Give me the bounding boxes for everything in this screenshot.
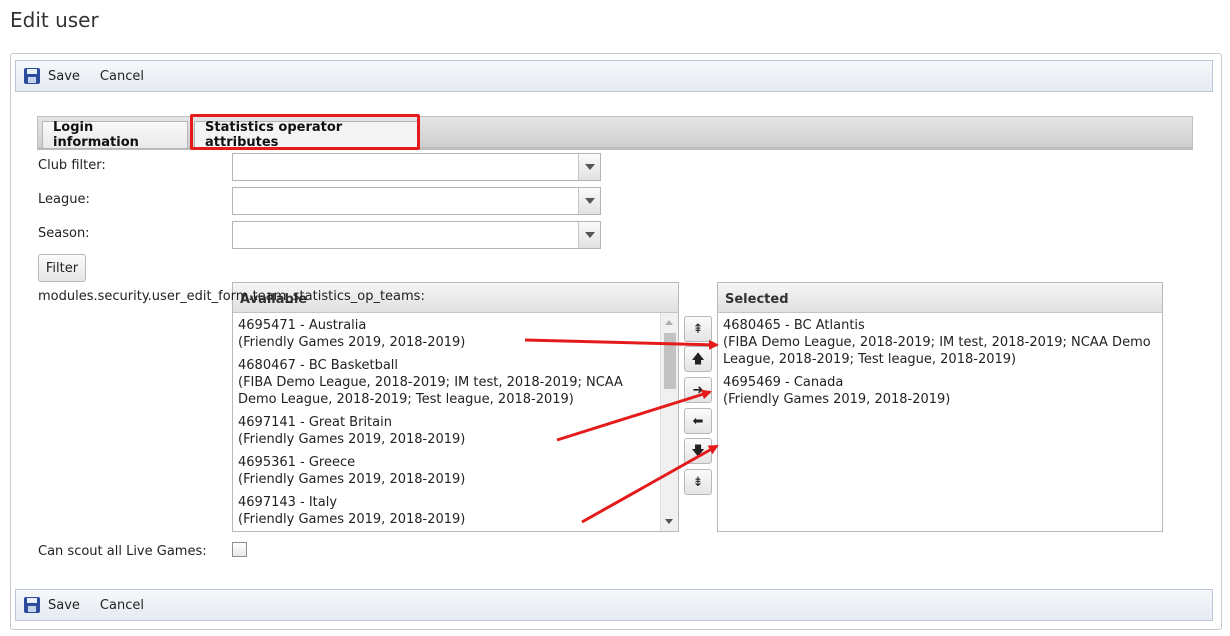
list-item-title: 4697141 - Great Britain	[238, 415, 392, 430]
club-filter-dropdown-trigger[interactable]	[578, 154, 600, 180]
save-button[interactable]: Save	[24, 68, 80, 84]
list-item[interactable]: 4695469 - Canada (Friendly Games 2019, 2…	[718, 370, 1162, 410]
list-item[interactable]: 4695361 - Greece (Friendly Games 2019, 2…	[233, 450, 653, 490]
season-label: Season:	[38, 226, 90, 241]
selected-list-body: 4680465 - BC Atlantis (FIBA Demo League,…	[718, 313, 1162, 531]
tab-login-information[interactable]: Login information	[42, 120, 188, 150]
list-item[interactable]: 4697143 - Italy (Friendly Games 2019, 20…	[233, 490, 653, 530]
chevron-down-icon	[584, 164, 595, 170]
league-label: League:	[38, 192, 90, 207]
club-filter-label: Club filter:	[38, 158, 106, 173]
floppy-disk-icon	[24, 597, 40, 613]
list-item-title: 4697143 - Italy	[238, 495, 338, 510]
cancel-button-label: Cancel	[99, 597, 144, 613]
chevron-down-icon	[584, 232, 595, 238]
list-item-title: 4695361 - Greece	[238, 455, 356, 470]
list-item-title: 4695469 - Canada	[723, 375, 844, 390]
list-item-detail: (Friendly Games 2019, 2018-2019)	[238, 432, 466, 447]
teams-field-label: modules.security.user_edit_form.team_sta…	[38, 289, 425, 304]
list-item-detail: (Friendly Games 2019, 2018-2019)	[238, 472, 466, 487]
save-button[interactable]: Save	[24, 597, 80, 613]
move-left-icon: ⬅	[692, 413, 704, 429]
list-item[interactable]: 4680467 - BC Basketball (FIBA Demo Leagu…	[233, 353, 653, 410]
list-item-title: 4695471 - Australia	[238, 318, 367, 333]
cancel-button-label: Cancel	[99, 68, 144, 84]
filter-button[interactable]: Filter	[38, 254, 86, 282]
list-item-detail: (Friendly Games 2019, 2018-2019)	[238, 512, 466, 527]
scrollbar-thumb[interactable]	[664, 333, 676, 389]
top-toolbar: Save Cancel	[15, 60, 1213, 92]
move-left-button[interactable]: ⬅	[684, 408, 712, 434]
save-button-label: Save	[48, 597, 80, 613]
list-item[interactable]: 4697141 - Great Britain (Friendly Games …	[233, 410, 653, 450]
list-item-detail: (Friendly Games 2019, 2018-2019)	[238, 335, 466, 350]
scout-all-live-games-label: Can scout all Live Games:	[38, 544, 207, 559]
list-item-title: 4680467 - BC Basketball	[238, 358, 399, 373]
scroll-down-icon[interactable]	[665, 519, 673, 524]
move-right-button[interactable]: ➜	[684, 377, 712, 403]
cancel-button[interactable]: Cancel	[100, 598, 144, 613]
selected-teams-list[interactable]: Selected 4680465 - BC Atlantis (FIBA Dem…	[717, 282, 1163, 532]
move-to-bottom-icon: ⇟	[692, 474, 704, 490]
save-button-label: Save	[48, 68, 80, 84]
list-item-detail: (FIBA Demo League, 2018-2019; IM test, 2…	[723, 335, 1151, 367]
list-item[interactable]: 4680465 - BC Atlantis (FIBA Demo League,…	[718, 313, 1162, 370]
move-to-top-button[interactable]: ⇞	[684, 316, 712, 342]
season-dropdown-trigger[interactable]	[578, 222, 600, 248]
move-down-icon: 🡇	[691, 443, 705, 459]
chevron-down-icon	[584, 198, 595, 204]
selected-list-header: Selected	[718, 283, 1162, 313]
available-list-scrollbar[interactable]	[660, 313, 678, 531]
available-list-body: 4695471 - Australia (Friendly Games 2019…	[233, 313, 678, 531]
move-up-button[interactable]: 🡅	[684, 346, 712, 372]
tab-statistics-operator-attributes[interactable]: Statistics operator attributes	[194, 120, 420, 150]
tab-strip: Login information Statistics operator at…	[37, 116, 1193, 150]
season-combo[interactable]	[232, 221, 601, 249]
list-item-detail: (Friendly Games 2019, 2018-2019)	[723, 392, 951, 407]
floppy-disk-icon	[24, 68, 40, 84]
list-item[interactable]: 4695471 - Australia (Friendly Games 2019…	[233, 313, 653, 353]
scroll-up-icon[interactable]	[665, 320, 673, 325]
move-down-button[interactable]: 🡇	[684, 438, 712, 464]
move-up-icon: 🡅	[691, 351, 705, 367]
list-item-detail: (FIBA Demo League, 2018-2019; IM test, 2…	[238, 375, 623, 407]
page-title: Edit user	[10, 8, 99, 32]
move-right-icon: ➜	[692, 382, 704, 398]
cancel-button[interactable]: Cancel	[100, 69, 144, 84]
available-teams-list[interactable]: Available 4695471 - Australia (Friendly …	[232, 282, 679, 532]
scout-all-live-games-checkbox[interactable]	[232, 542, 247, 557]
move-to-bottom-button[interactable]: ⇟	[684, 469, 712, 495]
bottom-toolbar: Save Cancel	[15, 589, 1213, 621]
league-combo[interactable]	[232, 187, 601, 215]
move-to-top-icon: ⇞	[692, 321, 704, 337]
league-dropdown-trigger[interactable]	[578, 188, 600, 214]
club-filter-combo[interactable]	[232, 153, 601, 181]
list-item-title: 4680465 - BC Atlantis	[723, 318, 865, 333]
